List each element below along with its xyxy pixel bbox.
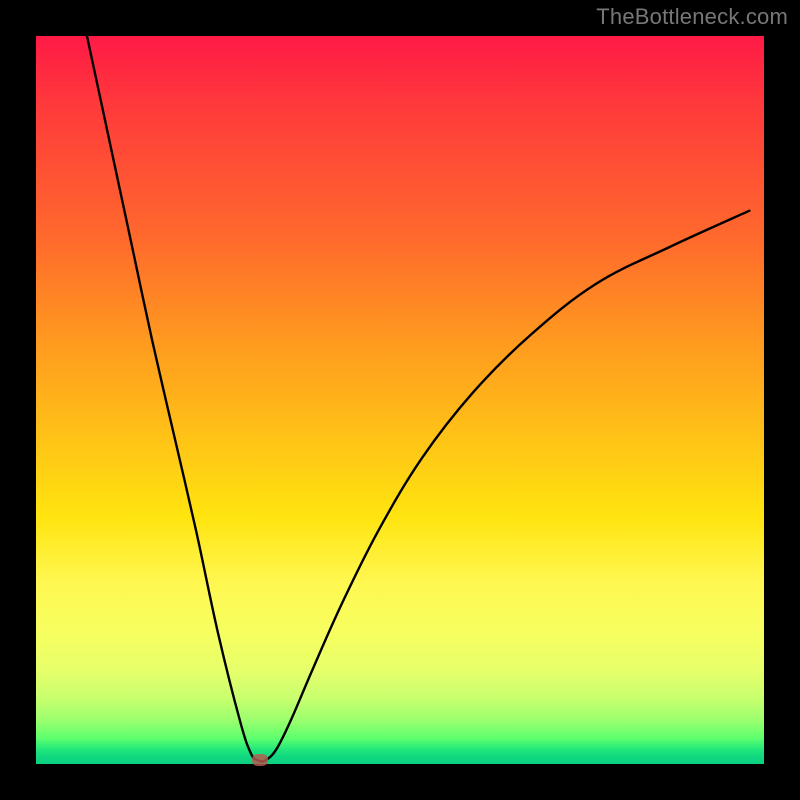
chart-frame: TheBottleneck.com <box>0 0 800 800</box>
plot-area <box>36 36 764 764</box>
optimal-point-marker <box>252 754 268 766</box>
watermark-text: TheBottleneck.com <box>596 4 788 30</box>
bottleneck-curve <box>36 36 764 764</box>
